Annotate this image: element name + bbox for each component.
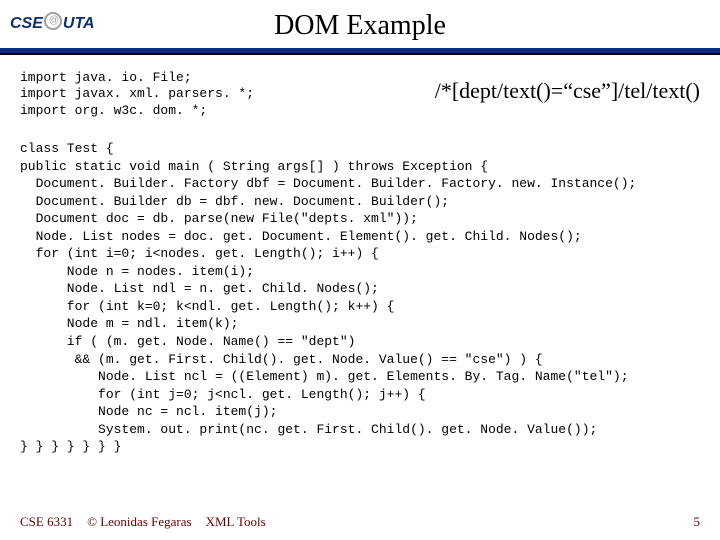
footer-page-number: 5 bbox=[694, 514, 701, 530]
footer-course: CSE 6331 bbox=[20, 514, 73, 530]
page-title: DOM Example bbox=[0, 10, 720, 42]
code-body: class Test { public static void main ( S… bbox=[20, 140, 636, 456]
footer-author: © Leonidas Fegaras bbox=[87, 514, 191, 530]
slide: CSE UTA DOM Example import java. io. Fil… bbox=[0, 0, 720, 540]
title-rule bbox=[0, 48, 720, 53]
footer: CSE 6331 © Leonidas Fegaras XML Tools 5 bbox=[20, 514, 700, 530]
code-imports: import java. io. File; import javax. xml… bbox=[20, 70, 254, 119]
footer-section: XML Tools bbox=[206, 514, 266, 530]
xpath-expression: /*[dept/text()=“cse”]/tel/text() bbox=[435, 78, 700, 104]
